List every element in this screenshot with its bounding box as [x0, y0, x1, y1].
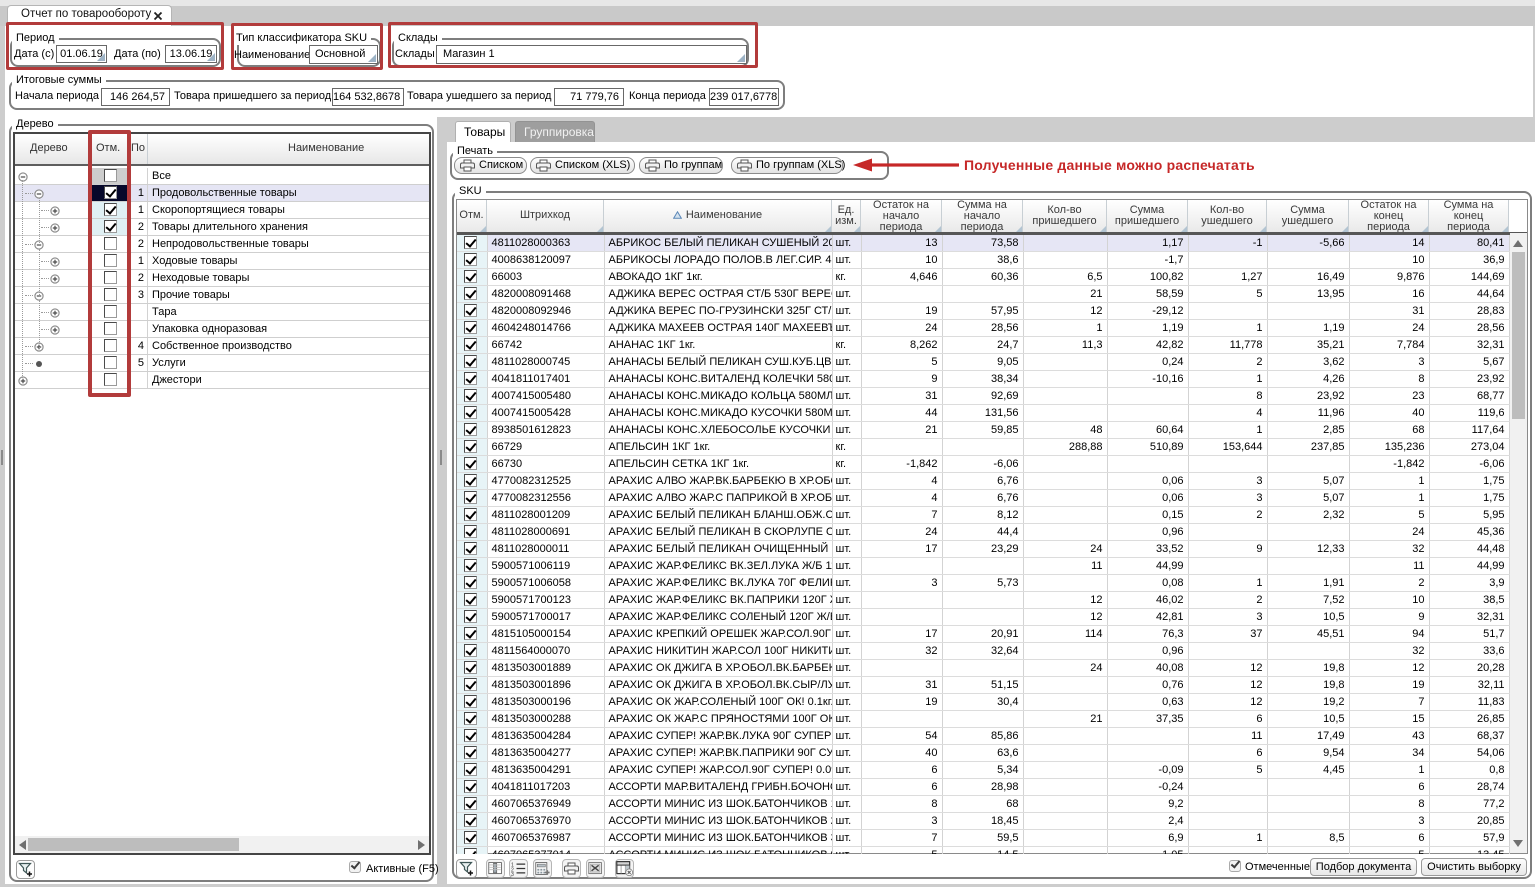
- svg-text:3: 3: [511, 872, 514, 876]
